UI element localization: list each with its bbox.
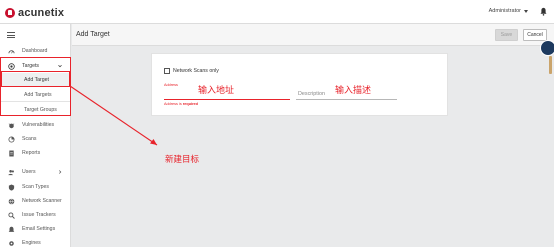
add-target-form: Network Scans only Address Address is re… (151, 53, 448, 116)
sidebar-item-label: Scans (22, 136, 37, 142)
menu-icon[interactable] (7, 32, 15, 38)
issue-trackers-icon (8, 211, 15, 219)
logo-mark-icon (5, 7, 15, 18)
network-scans-only-option[interactable]: Network Scans only (164, 68, 219, 74)
sidebar-item-label: Engines (22, 240, 41, 246)
description-annotation: 输入描述 (335, 85, 372, 95)
sidebar-item-label: Users (22, 169, 36, 175)
network-scans-only-label: Network Scans only (173, 68, 219, 74)
user-name: Administrator (488, 8, 521, 14)
description-input-placeholder: Description (298, 91, 325, 97)
sidebar-item-label: Vulnerabilities (22, 122, 55, 128)
address-annotation: 输入地址 (198, 85, 235, 95)
reports-icon (9, 150, 14, 156)
help-icon (540, 40, 554, 56)
top-bar: acunetix Administrator (0, 0, 554, 24)
new-target-annotation: 新建目标 (165, 154, 200, 164)
sidebar-item-label: Issue Trackers (22, 212, 56, 218)
address-error-prefix: Address is (164, 102, 182, 106)
page-title: Add Target (76, 31, 110, 38)
sidebar-item-reports[interactable]: Reports (0, 146, 71, 160)
engines-icon (9, 240, 14, 246)
address-label: Address (164, 83, 178, 87)
sidebar-item-label: Dashboard (22, 48, 48, 54)
address-error-word: required (182, 102, 198, 106)
sidebar-item-label: Network Scanner (22, 198, 62, 204)
scan-types-icon (8, 183, 15, 191)
save-button[interactable]: Save (495, 29, 518, 41)
network-scanner-icon (8, 198, 15, 204)
address-error: Address is required (164, 102, 198, 106)
sidebar-item-label: Reports (22, 150, 41, 156)
sidebar-item-engines[interactable]: Engines (0, 236, 71, 247)
users-icon (8, 169, 14, 175)
sidebar-item-vulnerabilities[interactable]: Vulnerabilities (0, 118, 71, 132)
help-widget[interactable] (537, 38, 554, 74)
sidebar-item-network-scanner[interactable]: Network Scanner (0, 194, 71, 208)
user-menu[interactable]: Administrator (489, 8, 528, 14)
email-settings-icon (8, 226, 15, 232)
sidebar-item-dashboard[interactable]: Dashboard (0, 44, 71, 58)
add-target-highlight-box (1, 71, 70, 87)
vulnerability-icon (8, 122, 15, 128)
sidebar-item-label: Email Settings (22, 226, 56, 232)
network-scans-only-checkbox[interactable] (164, 68, 170, 74)
sidebar-item-email-settings[interactable]: Email Settings (0, 222, 71, 236)
address-input[interactable] (164, 99, 290, 100)
caret-down-icon (524, 9, 528, 13)
sidebar-item-label: Scan Types (22, 184, 50, 190)
logo-text: acunetix (18, 6, 65, 19)
acunetix-logo[interactable]: acunetix (5, 6, 64, 19)
page-header: Add Target Save Cancel (72, 24, 554, 46)
sidebar-item-scan-types[interactable]: Scan Types (0, 180, 71, 194)
description-input[interactable] (296, 99, 397, 100)
chevron-right-icon (59, 170, 62, 174)
sidebar-item-scans[interactable]: Scans (0, 132, 71, 146)
scans-icon (8, 135, 15, 143)
sidebar-item-issue-trackers[interactable]: Issue Trackers (0, 208, 71, 222)
bell-icon[interactable] (540, 7, 547, 16)
dashboard-icon (8, 49, 15, 53)
sidebar-item-users[interactable]: Users (0, 165, 71, 179)
help-handle (549, 56, 552, 74)
